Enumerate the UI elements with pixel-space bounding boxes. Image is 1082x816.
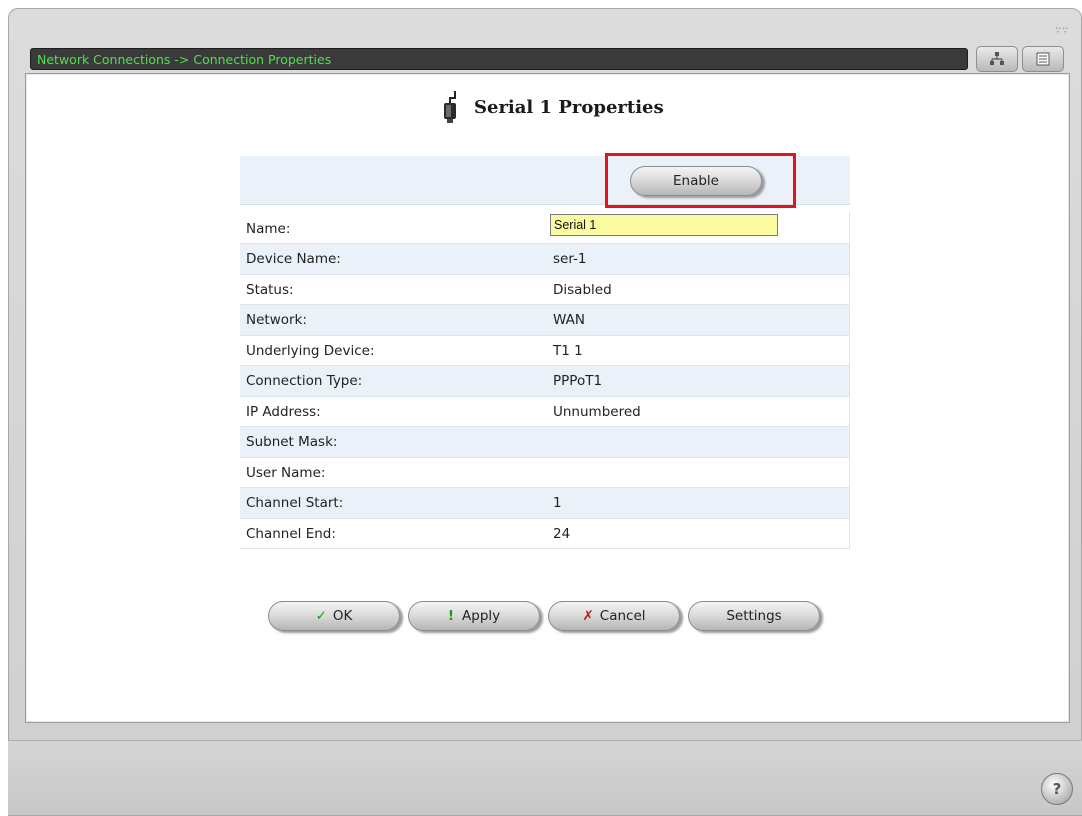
list-view-button[interactable]	[1022, 46, 1064, 72]
row-label: IP Address:	[246, 403, 321, 420]
table-row: Device Name: ser-1	[240, 244, 850, 275]
row-value: Unnumbered	[553, 403, 641, 420]
table-row: Status: Disabled	[240, 274, 850, 305]
breadcrumb-text: Network Connections -> Connection Proper…	[37, 52, 332, 67]
name-input[interactable]	[550, 214, 778, 236]
list-view-icon	[1036, 52, 1050, 66]
table-row: Network: WAN	[240, 305, 850, 336]
row-label: Network:	[246, 312, 307, 328]
row-label: Underlying Device:	[246, 342, 375, 359]
row-label: User Name:	[246, 464, 326, 481]
table-row: User Name:	[240, 457, 850, 488]
check-icon: ✓	[315, 608, 327, 624]
row-label: Subnet Mask:	[246, 434, 338, 450]
row-label: Channel Start:	[246, 495, 344, 511]
resize-grip-icon: ∵∵	[1054, 25, 1069, 36]
bottom-bar	[8, 740, 1082, 815]
table-row: IP Address: Unnumbered	[240, 396, 850, 427]
help-icon: ?	[1052, 780, 1062, 798]
row-value: ser-1	[553, 251, 587, 267]
apply-button-label: Apply	[462, 608, 501, 624]
exclamation-icon: !	[447, 608, 455, 624]
apply-button[interactable]: ! Apply	[408, 601, 540, 631]
serial-cable-icon	[444, 91, 456, 123]
settings-button-label: Settings	[726, 608, 782, 624]
row-label: Connection Type:	[246, 373, 363, 389]
table-row: Underlying Device: T1 1	[240, 335, 850, 366]
row-value: T1 1	[553, 342, 583, 359]
row-value: WAN	[553, 312, 585, 328]
row-label: Channel End:	[246, 525, 336, 542]
x-icon: ✗	[582, 608, 594, 624]
help-button[interactable]: ?	[1041, 773, 1073, 805]
breadcrumb: Network Connections -> Connection Proper…	[30, 48, 968, 70]
network-map-view-button[interactable]	[976, 46, 1018, 72]
ok-button-label: OK	[332, 608, 353, 624]
page-title: Serial 1 Properties	[440, 90, 664, 124]
row-value: 24	[553, 525, 571, 542]
row-value: 1	[553, 495, 562, 511]
row-value: PPPoT1	[553, 373, 603, 389]
network-map-icon	[990, 52, 1004, 65]
ok-button[interactable]: ✓ OK	[268, 601, 400, 631]
name-label: Name:	[246, 221, 291, 237]
title-text: Serial 1 Properties	[474, 96, 664, 118]
row-value: Disabled	[553, 281, 612, 298]
settings-button[interactable]: Settings	[688, 601, 820, 631]
table-row: Channel End: 24	[240, 518, 850, 549]
table-row: Channel Start: 1	[240, 488, 850, 519]
row-label: Device Name:	[246, 251, 341, 267]
highlight-box	[605, 153, 796, 208]
cancel-button[interactable]: ✗ Cancel	[548, 601, 680, 631]
table-row: Subnet Mask:	[240, 427, 850, 458]
table-row: Connection Type: PPPoT1	[240, 366, 850, 397]
row-label: Status:	[246, 281, 294, 298]
cancel-button-label: Cancel	[599, 608, 646, 624]
